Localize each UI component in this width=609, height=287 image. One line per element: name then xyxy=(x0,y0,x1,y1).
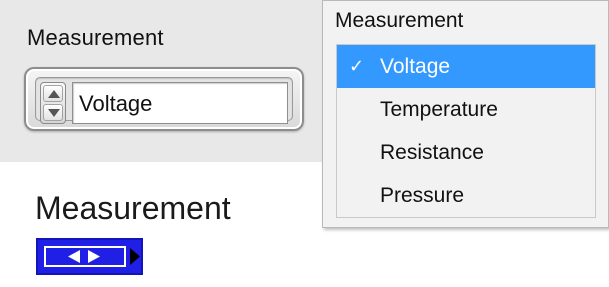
ring-value-text: Voltage xyxy=(79,91,153,116)
check-icon: ✓ xyxy=(349,56,365,76)
ring-value-display[interactable]: Voltage xyxy=(72,82,288,124)
left-right-arrows-icon xyxy=(68,250,100,263)
menu-header: Measurement xyxy=(335,9,464,32)
increment-button[interactable] xyxy=(43,85,63,102)
menu-item-label: Voltage xyxy=(380,55,451,78)
menu-item-label: Pressure xyxy=(380,184,465,207)
decrement-button[interactable] xyxy=(43,104,63,121)
triangle-down-icon xyxy=(48,109,60,117)
ring-spinner xyxy=(40,82,66,124)
measurement-terminal[interactable] xyxy=(36,238,143,275)
ring-control-body: Voltage xyxy=(35,77,293,124)
labview-screen: Measurement Voltage Measurement ✓ Voltag… xyxy=(0,0,609,287)
menu-item-temperature[interactable]: Temperature xyxy=(337,88,595,131)
enum-indicator xyxy=(44,246,126,267)
measurement-ring-control[interactable]: Voltage xyxy=(24,67,304,131)
menu-item-label: Resistance xyxy=(380,141,484,164)
menu-item-pressure[interactable]: Pressure xyxy=(337,174,595,217)
measurement-dropdown-menu: Measurement ✓ Voltage Temperature Resist… xyxy=(322,0,609,228)
arrow-right-icon xyxy=(130,248,140,265)
menu-item-resistance[interactable]: Resistance xyxy=(337,131,595,174)
menu-item-voltage[interactable]: ✓ Voltage xyxy=(337,45,595,88)
triangle-up-icon xyxy=(48,90,60,98)
menu-item-label: Temperature xyxy=(380,98,498,121)
menu-items: ✓ Voltage Temperature Resistance Pressur… xyxy=(336,44,596,218)
control-label: Measurement xyxy=(27,25,164,50)
terminal-label: Measurement xyxy=(35,190,231,226)
